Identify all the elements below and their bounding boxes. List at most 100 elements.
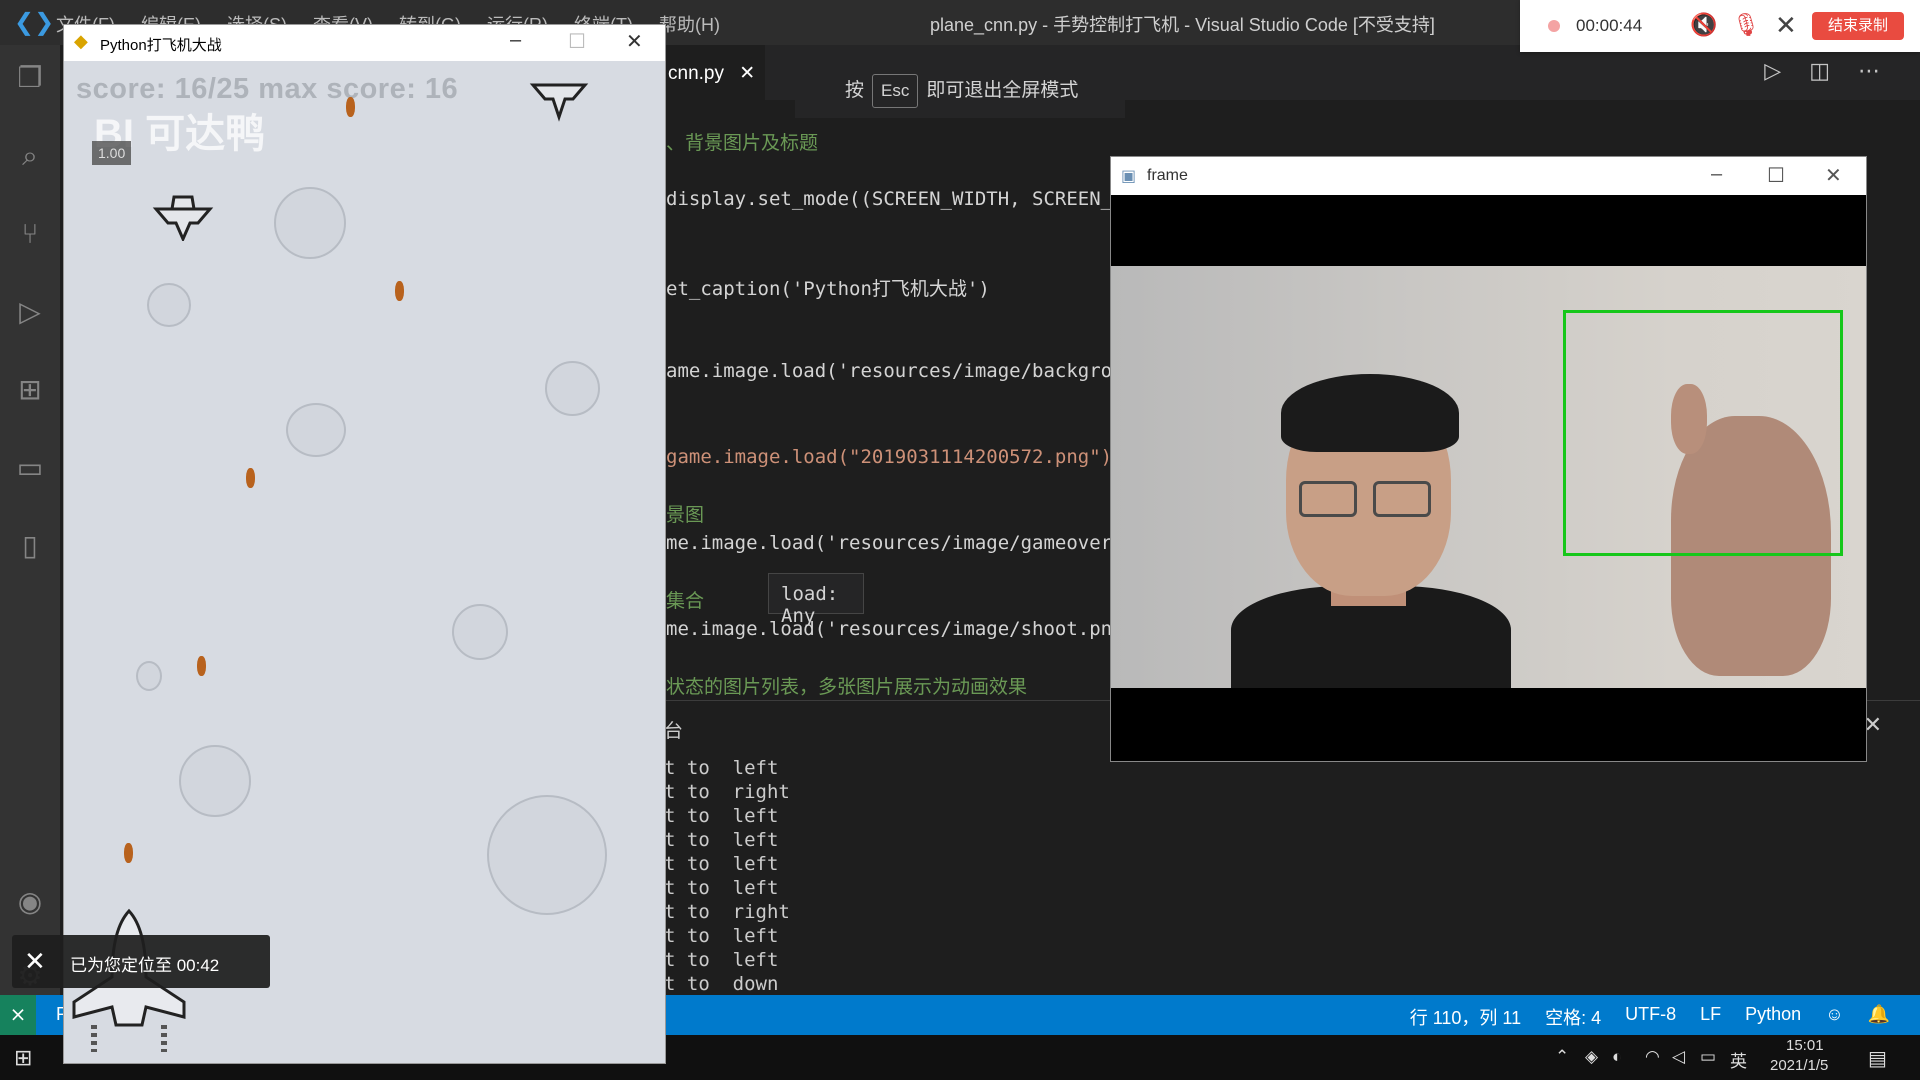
status-encoding[interactable]: UTF-8 [1625,1004,1676,1030]
asteroid [452,604,508,660]
clock-time[interactable]: 15:01 [1786,1037,1824,1054]
game-window[interactable]: ◆ Python打飞机大战 – ☐ ✕ score: 16/25 max sco… [63,24,666,1064]
frame-app-icon: ▣ [1121,168,1137,185]
more-actions-icon[interactable]: ⋯ [1858,58,1880,84]
remote-indicator-icon[interactable]: ⨯ [0,995,36,1035]
wifi-icon[interactable]: ◠ [1645,1047,1660,1067]
clock-date[interactable]: 2021/1/5 [1770,1057,1828,1074]
terminal-line: t to left [664,829,779,851]
screen-recorder-toolbar: 00:00:44 🔇 🎙 ✕ 结束录制 [1520,0,1920,52]
code-line[interactable]: 、背景图片及标题 [666,128,818,155]
remote-explorer-icon[interactable]: ▭ [11,449,49,487]
window-title: plane_cnn.py - 手势控制打飞机 - Visual Studio C… [930,15,1435,35]
menu-help[interactable]: 帮助(H) [659,11,720,37]
version-badge: 1.00 [92,141,132,165]
esc-banner-suffix: 即可退出全屏模式 [926,80,1079,101]
asteroid [136,661,162,691]
enemy-plane-icon [152,195,214,241]
frame-window-titlebar[interactable]: ▣ frame – ☐ ✕ [1111,157,1866,195]
python-logo-icon: ◆ [74,31,88,51]
ime-indicator[interactable]: 英 [1730,1047,1747,1072]
gesture-roi-box [1563,310,1843,556]
terminal-line: t to right [664,901,790,923]
bullet [124,843,133,863]
windows-start-icon[interactable]: ⊞ [14,1045,32,1071]
terminal-line: t to left [664,853,779,875]
terminal-line: t to left [664,757,779,779]
toast-message: 已为您定位至 00:42 [70,956,220,975]
asteroid [545,361,600,416]
battery-icon[interactable]: ▭ [1700,1047,1716,1067]
code-line[interactable]: ame.image.load('resources/image/backgro [666,360,1112,382]
account-icon[interactable]: ◉ [11,883,49,921]
minimize-icon[interactable]: – [510,29,521,52]
game-window-title: Python打飞机大战 [100,37,222,54]
end-recording-button[interactable]: 结束录制 [1812,12,1904,40]
status-eol[interactable]: LF [1700,1004,1721,1030]
asteroid [274,187,346,259]
toast-close-icon[interactable]: ✕ [24,946,46,977]
tab-plane-cnn[interactable]: cnn.py ✕ [660,45,765,100]
terminal-line: t to down [664,973,779,995]
bullet [346,97,355,117]
status-indentation[interactable]: 空格: 4 [1545,1004,1601,1030]
terminal-line: t to left [664,949,779,971]
maximize-icon[interactable]: ☐ [568,29,586,54]
asteroid [147,283,191,327]
code-line[interactable]: 状态的图片列表，多张图片展示为动画效果 [666,672,1027,699]
frame-maximize-icon[interactable]: ☐ [1767,163,1785,188]
code-line[interactable]: display.set_mode((SCREEN_WIDTH, SCREEN_ [666,188,1112,210]
recording-dot-icon [1548,20,1560,32]
bullet [197,656,206,676]
vscode-logo-icon: ❮❯ [14,9,55,36]
code-line[interactable]: me.image.load('resources/image/gameover [666,532,1112,554]
run-file-icon[interactable]: ▷ [1764,58,1781,84]
camera-frame-window[interactable]: ▣ frame – ☐ ✕ [1110,156,1867,762]
asteroid [487,795,607,915]
tab-close-icon[interactable]: ✕ [739,63,755,84]
fullscreen-esc-banner: 按 Esc 即可退出全屏模式 [795,62,1125,118]
hover-tooltip: load: Any [768,573,864,627]
camera-frame-area [1111,195,1866,761]
action-center-icon[interactable]: ▤ [1868,1046,1887,1071]
game-window-titlebar[interactable]: ◆ Python打飞机大战 – ☐ ✕ [64,25,665,61]
bullet [246,468,255,488]
esc-banner-prefix: 按 [845,80,865,101]
code-line[interactable]: me.image.load('resources/image/shoot.pn [666,618,1112,640]
panel-title[interactable]: 台 [664,716,683,743]
tray-qq-icon[interactable]: ◐ [1612,1047,1622,1067]
explorer-icon[interactable]: ❐ [11,59,49,97]
code-line[interactable]: 集合 [666,586,704,613]
frame-close-icon[interactable]: ✕ [1825,163,1842,188]
recording-elapsed: 00:00:44 [1576,16,1643,35]
search-icon[interactable]: ⌕ [11,137,49,175]
asteroid [179,745,251,817]
volume-icon[interactable]: ◁ [1672,1047,1685,1067]
tray-app-icon[interactable]: ◈ [1585,1047,1598,1067]
code-line[interactable]: game.image.load("2019031114200572.png") [666,446,1112,468]
extensions-icon[interactable]: ⊞ [11,371,49,409]
game-canvas[interactable]: score: 16/25 max score: 16 BI 可达鸭 1.00 [64,61,665,1063]
status-language[interactable]: Python [1745,1004,1801,1030]
notifications-bell-icon[interactable]: 🔔 [1868,1004,1890,1030]
editor-actions: ▷ ◫ ⋯ [1764,58,1880,84]
terminal-line: t to right [664,781,790,803]
terminal-line: t to left [664,877,779,899]
frame-minimize-icon[interactable]: – [1711,163,1722,186]
person-hair [1281,374,1459,452]
code-line[interactable]: et_caption('Python打飞机大战') [666,274,990,301]
mic-muted-icon[interactable]: 🎙 [1732,12,1760,38]
run-debug-icon[interactable]: ▷ [11,293,49,331]
feedback-icon[interactable]: ☺ [1825,1004,1843,1030]
speaker-muted-icon[interactable]: 🔇 [1690,12,1717,38]
code-line[interactable]: 景图 [666,500,704,527]
status-cursor-position[interactable]: 行 110，列 11 [1410,1004,1521,1030]
bullet [395,281,404,301]
recorder-close-icon[interactable]: ✕ [1775,10,1797,41]
notebook-icon[interactable]: ▯ [11,527,49,565]
enemy-plane-icon [529,83,589,122]
close-icon[interactable]: ✕ [626,29,643,54]
source-control-icon[interactable]: ⑂ [11,215,49,253]
tray-chevron-icon[interactable]: ⌃ [1555,1047,1569,1067]
split-editor-icon[interactable]: ◫ [1809,58,1830,84]
